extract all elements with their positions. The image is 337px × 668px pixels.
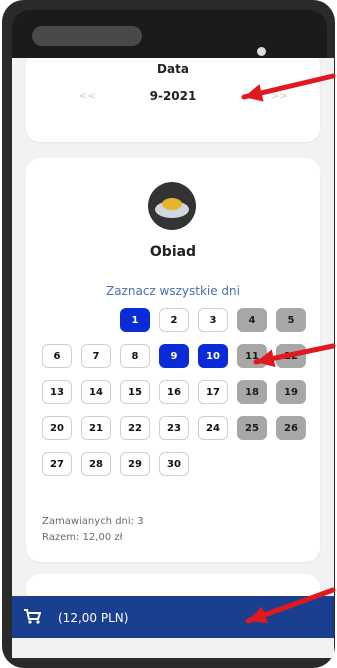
- cart-total: (12,00 PLN): [58, 611, 129, 625]
- day-17[interactable]: 17: [198, 380, 228, 404]
- day-5: 5: [276, 308, 306, 332]
- day-9[interactable]: 9: [159, 344, 189, 368]
- cart-bar[interactable]: (12,00 PLN): [12, 596, 334, 638]
- meal-title: Obiad: [149, 244, 197, 260]
- day-18: 18: [237, 380, 267, 404]
- app-screen: Data << 9-2021 >> Obiad Zaznacz wszystki…: [12, 58, 334, 658]
- day-1[interactable]: 1: [120, 308, 150, 332]
- total-amount: Razem: 12,00 zł: [42, 532, 123, 543]
- day-7[interactable]: 7: [81, 344, 111, 368]
- day-19: 19: [276, 380, 306, 404]
- day-16[interactable]: 16: [159, 380, 189, 404]
- day-23[interactable]: 23: [159, 416, 189, 440]
- food-icon: [162, 198, 182, 210]
- phone-notch: [32, 26, 142, 46]
- day-13[interactable]: 13: [42, 380, 72, 404]
- next-month-button[interactable]: >>: [271, 91, 288, 102]
- meal-card: Obiad Zaznacz wszystkie dni 1 2 3 4 5 6 7 8 9 10 1…: [26, 158, 320, 562]
- day-25: 25: [237, 416, 267, 440]
- select-all-days-link[interactable]: Zaznacz wszystkie dni: [26, 284, 320, 298]
- day-28[interactable]: 28: [81, 452, 111, 476]
- day-2[interactable]: 2: [159, 308, 189, 332]
- day-12: 12: [276, 344, 306, 368]
- shopping-cart-icon: [24, 609, 41, 624]
- day-6[interactable]: 6: [42, 344, 72, 368]
- day-30[interactable]: 30: [159, 452, 189, 476]
- day-3[interactable]: 3: [198, 308, 228, 332]
- day-8[interactable]: 8: [120, 344, 150, 368]
- day-29[interactable]: 29: [120, 452, 150, 476]
- day-4: 4: [237, 308, 267, 332]
- date-card: Data << 9-2021 >>: [26, 58, 320, 142]
- date-title: Data: [157, 62, 189, 76]
- day-10[interactable]: 10: [198, 344, 228, 368]
- day-20[interactable]: 20: [42, 416, 72, 440]
- camera-dot: [257, 47, 266, 56]
- day-26: 26: [276, 416, 306, 440]
- day-11: 11: [237, 344, 267, 368]
- day-27[interactable]: 27: [42, 452, 72, 476]
- ordered-days-count: Zamawianych dni: 3: [42, 516, 144, 527]
- day-21[interactable]: 21: [81, 416, 111, 440]
- day-14[interactable]: 14: [81, 380, 111, 404]
- day-22[interactable]: 22: [120, 416, 150, 440]
- day-15[interactable]: 15: [120, 380, 150, 404]
- meal-image: [148, 182, 196, 230]
- day-24[interactable]: 24: [198, 416, 228, 440]
